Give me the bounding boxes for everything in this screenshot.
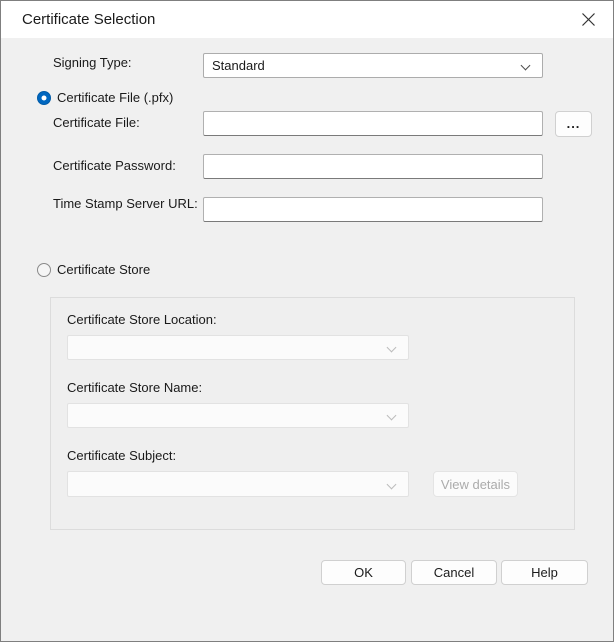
time-stamp-url-label: Time Stamp Server URL:	[53, 196, 198, 212]
signing-type-dropdown[interactable]: Standard	[203, 53, 543, 78]
certificate-password-label: Certificate Password:	[53, 158, 176, 174]
certificate-file-radio-label: Certificate File (.pfx)	[57, 90, 173, 105]
time-stamp-url-input[interactable]	[203, 197, 543, 222]
chevron-down-icon	[387, 343, 397, 353]
certificate-store-radio-label: Certificate Store	[57, 262, 150, 277]
titlebar: Certificate Selection	[1, 1, 613, 38]
store-location-label: Certificate Store Location:	[67, 312, 217, 328]
dialog-title: Certificate Selection	[22, 1, 155, 38]
store-name-label: Certificate Store Name:	[67, 380, 202, 396]
help-button[interactable]: Help	[501, 560, 588, 585]
chevron-down-icon	[387, 480, 397, 490]
close-icon	[581, 12, 596, 27]
browse-button[interactable]: ...	[555, 111, 592, 137]
cancel-button[interactable]: Cancel	[411, 560, 497, 585]
ok-button[interactable]: OK	[321, 560, 406, 585]
chevron-down-icon	[387, 411, 397, 421]
radio-unselected-icon	[37, 263, 51, 277]
signing-type-label: Signing Type:	[53, 55, 132, 71]
signing-type-value: Standard	[212, 58, 265, 73]
radio-selected-icon	[37, 91, 51, 105]
certificate-selection-dialog: Certificate Selection Signing Type: Stan…	[0, 0, 614, 642]
certificate-password-input[interactable]	[203, 154, 543, 179]
store-name-dropdown[interactable]	[67, 403, 409, 428]
view-details-button[interactable]: View details	[433, 471, 518, 497]
certificate-file-radio[interactable]: Certificate File (.pfx)	[37, 90, 173, 105]
chevron-down-icon	[521, 61, 531, 71]
certificate-subject-label: Certificate Subject:	[67, 448, 176, 464]
certificate-subject-dropdown[interactable]	[67, 471, 409, 497]
certificate-file-input[interactable]	[203, 111, 543, 136]
store-location-dropdown[interactable]	[67, 335, 409, 360]
close-button[interactable]	[571, 5, 605, 34]
certificate-store-radio[interactable]: Certificate Store	[37, 262, 150, 277]
certificate-file-label: Certificate File:	[53, 115, 140, 131]
